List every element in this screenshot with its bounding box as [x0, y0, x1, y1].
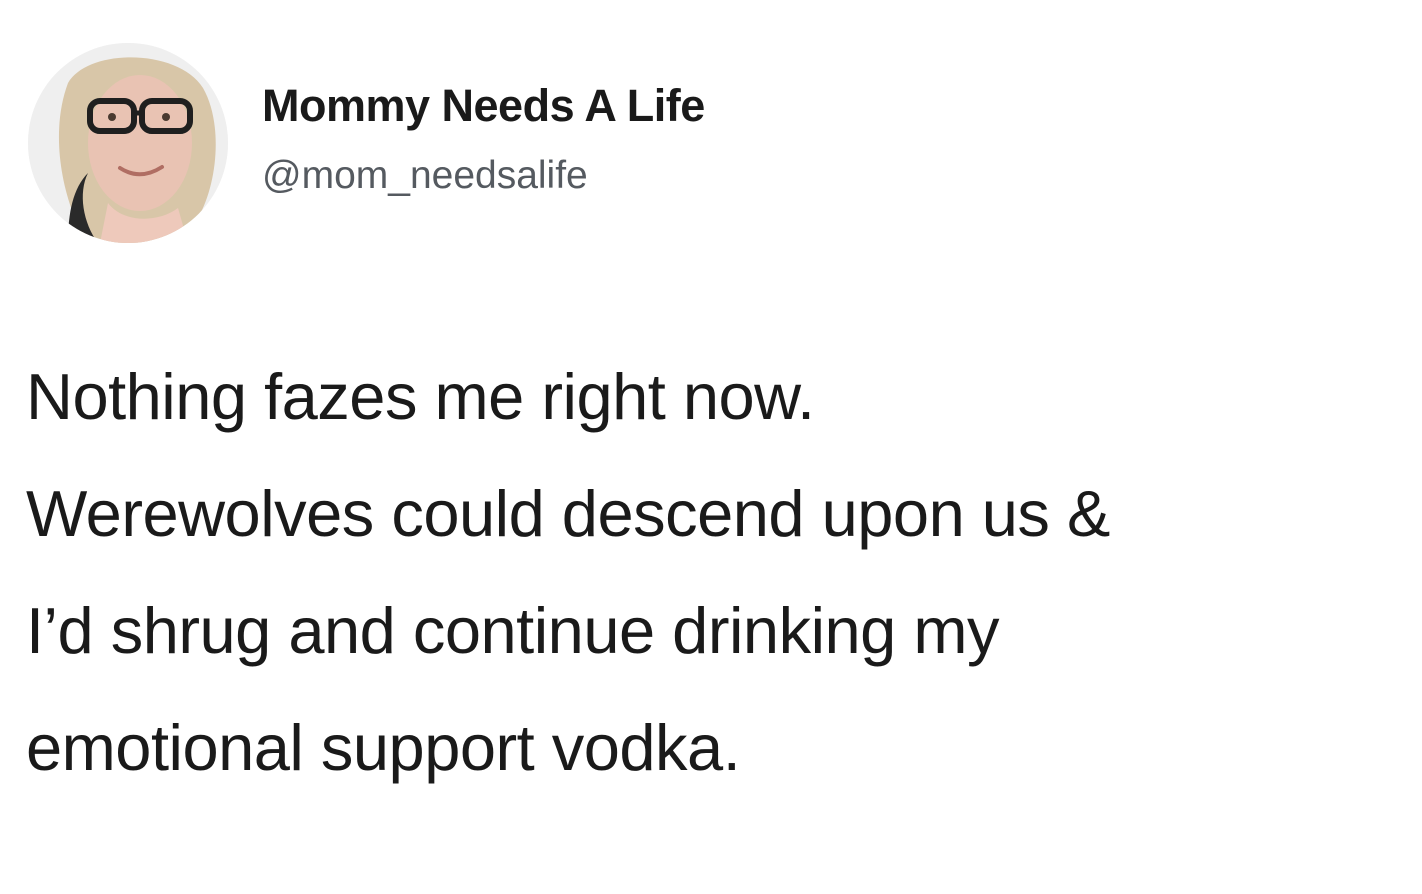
author-display-name[interactable]: Mommy Needs A Life: [262, 79, 705, 133]
author-handle[interactable]: @mom_needsalife: [262, 151, 705, 201]
tweet-text-line: I’d shrug and continue drinking my: [26, 594, 1000, 667]
user-avatar-photo-icon: [28, 43, 228, 243]
tweet-text-line: Nothing fazes me right now.: [26, 360, 815, 433]
tweet-card: Mommy Needs A Life @mom_needsalife Nothi…: [0, 0, 1422, 894]
tweet-header: Mommy Needs A Life @mom_needsalife: [28, 42, 705, 244]
author-avatar[interactable]: [28, 43, 228, 243]
author-info: Mommy Needs A Life @mom_needsalife: [262, 79, 705, 201]
tweet-body: Nothing fazes me right now. Werewolves c…: [26, 338, 1406, 806]
tweet-text-line: emotional support vodka.: [26, 711, 741, 784]
tweet-text-line: Werewolves could descend upon us &: [26, 477, 1110, 550]
